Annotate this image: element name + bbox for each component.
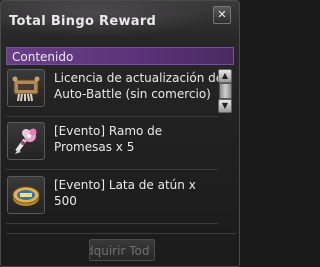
close-button[interactable]: ✕ bbox=[213, 6, 231, 24]
list-item[interactable]: [Evento] Ramo de Promesas x 5 bbox=[6, 119, 218, 170]
divider bbox=[6, 233, 236, 234]
item-name: [Evento] Lata de atún x 500 bbox=[54, 178, 196, 208]
arrow-down-icon: ▼ bbox=[221, 101, 229, 110]
list-item[interactable]: Licencia de actualización de Auto-Battle… bbox=[6, 66, 223, 117]
list-scrollbar[interactable]: ▲ ▼ bbox=[218, 69, 232, 113]
tuna-can-icon bbox=[7, 176, 45, 214]
item-name: [Evento] Ramo de Promesas x 5 bbox=[54, 124, 163, 154]
close-icon: ✕ bbox=[217, 8, 227, 21]
scroll-up-button[interactable]: ▲ bbox=[218, 69, 232, 83]
section-header: Contenido bbox=[6, 47, 234, 65]
bouquet-icon bbox=[7, 122, 45, 160]
list-item[interactable]: [Evento] Lata de atún x 500 bbox=[6, 173, 218, 224]
claim-all-button[interactable]: dquirir Tod bbox=[89, 239, 155, 261]
scroll-thumb[interactable] bbox=[219, 83, 232, 99]
item-name: Licencia de actualización de Auto-Battle… bbox=[54, 71, 224, 101]
scroll-icon bbox=[7, 69, 45, 107]
title-bar: Total Bingo Reward ✕ bbox=[1, 1, 239, 41]
section-label: Contenido bbox=[12, 50, 74, 64]
claim-all-label: dquirir Tod bbox=[89, 244, 150, 258]
scroll-down-button[interactable]: ▼ bbox=[218, 99, 232, 113]
window-title: Total Bingo Reward bbox=[9, 14, 157, 29]
bingo-reward-window: Total Bingo Reward ✕ Contenido Licencia … bbox=[0, 0, 240, 267]
arrow-up-icon: ▲ bbox=[221, 71, 229, 80]
reward-list: Licencia de actualización de Auto-Battle… bbox=[6, 66, 236, 230]
